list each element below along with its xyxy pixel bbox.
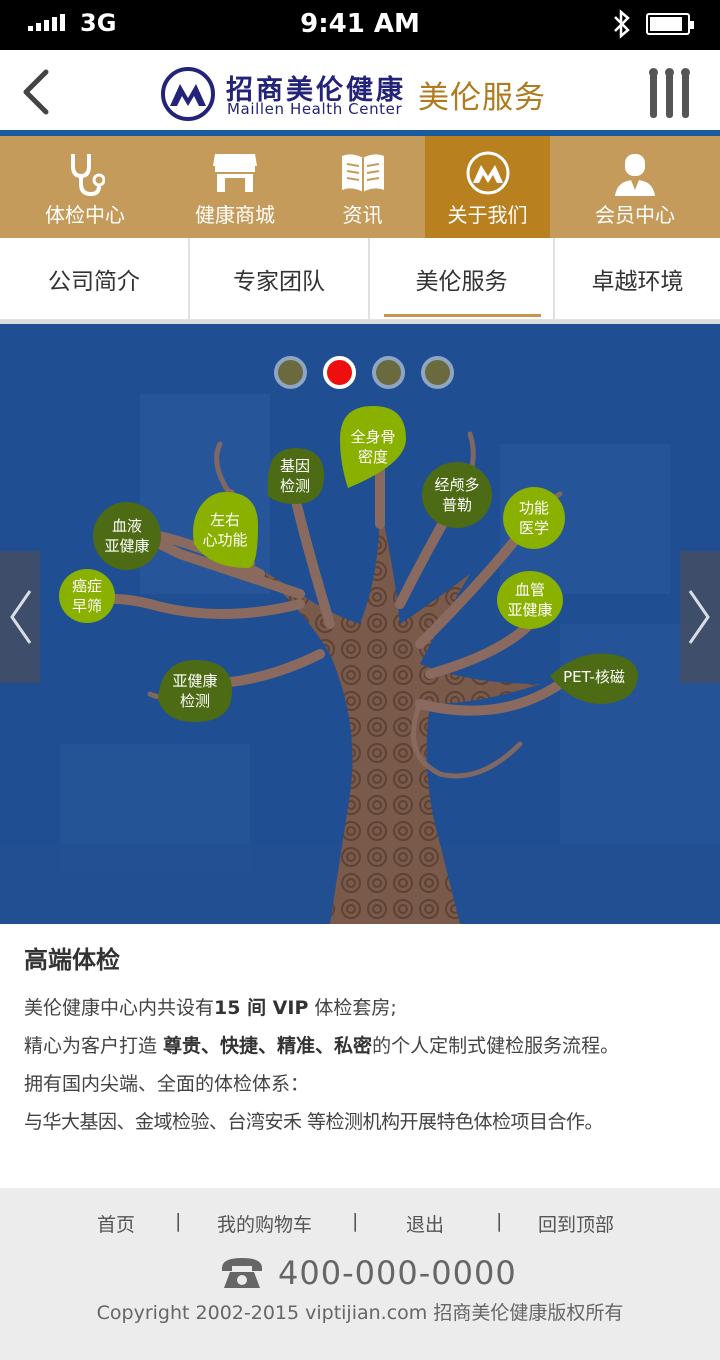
- brand-logo-icon: [466, 151, 509, 195]
- nav-item-checkup-center[interactable]: 体检中心: [0, 136, 170, 238]
- status-bar: 3G 9:41 AM: [0, 0, 720, 50]
- book-icon: [341, 154, 384, 192]
- menu-bar-icon: [649, 68, 658, 118]
- app-header: 招商美伦健康 Maillen Health Center 美伦服务: [0, 50, 720, 132]
- footer-link-cart[interactable]: 我的购物车: [217, 1210, 312, 1237]
- highlight-text: 15 间 VIP: [214, 997, 309, 1019]
- chevron-left-icon: [10, 590, 32, 644]
- separator: |: [352, 1210, 359, 1232]
- leaf-bone-density: 全身骨 密度: [338, 404, 408, 490]
- service-description: 高端体检 美伦健康中心内共设有15 间 VIP 体检套房; 精心为客户打造 尊贵…: [24, 940, 714, 1141]
- nav-label: 会员中心: [595, 203, 675, 227]
- tab-label: 专家团队: [233, 269, 325, 295]
- text: 美伦健康中心内共设有: [24, 997, 215, 1019]
- tab-label: 公司简介: [48, 269, 140, 295]
- brand-logo-icon: [161, 67, 215, 121]
- menu-button[interactable]: [649, 68, 690, 118]
- description-line: 美伦健康中心内共设有15 间 VIP 体检套房;: [24, 989, 714, 1027]
- footer-link-logout[interactable]: 退出: [406, 1210, 444, 1237]
- description-line: 精心为客户打造 尊贵、快捷、精准、私密的个人定制式健检服务流程。: [24, 1027, 714, 1065]
- leaf-label: 癌症 早筛: [71, 577, 102, 615]
- footer: 首页 | 我的购物车 | 退出 | 回到顶部 400-000-0000 Copy…: [0, 1188, 720, 1360]
- shop-icon: [213, 154, 257, 192]
- leaf-blood-subhealth: 血液 亚健康: [92, 500, 162, 572]
- carousel-dot[interactable]: [274, 356, 307, 389]
- description-line: 拥有国内尖端、全面的体检体系：: [24, 1073, 310, 1095]
- phone-number: 400-000-0000: [278, 1254, 517, 1292]
- nav-label: 健康商城: [195, 203, 275, 227]
- back-button[interactable]: [18, 68, 54, 116]
- leaf-label: 左右 心功能: [202, 511, 248, 549]
- footer-link-back-to-top[interactable]: 回到顶部: [538, 1210, 614, 1237]
- carousel-dot-active[interactable]: [323, 356, 356, 389]
- tab-expert-team[interactable]: 专家团队: [190, 238, 370, 320]
- separator: |: [496, 1210, 503, 1232]
- section-title: 高端体检: [24, 946, 120, 974]
- nav-item-member-center[interactable]: 会员中心: [550, 136, 720, 238]
- carousel-next-button[interactable]: [680, 551, 720, 683]
- tab-meilun-service[interactable]: 美伦服务: [370, 238, 555, 320]
- carousel-indicators: [274, 356, 454, 389]
- leaf-label: 功能 医学: [518, 499, 549, 537]
- tab-label: 美伦服务: [415, 269, 508, 295]
- highlight-text: 尊贵、快捷、精准、私密: [163, 1035, 373, 1057]
- leaf-gene-test: 基因 检测: [264, 446, 326, 506]
- text: 体检套房;: [308, 997, 397, 1019]
- nav-label: 关于我们: [447, 203, 528, 227]
- leaf-cardiac-function: 左右 心功能: [190, 490, 260, 570]
- leaf-label: 血液 亚健康: [104, 517, 150, 555]
- separator: |: [175, 1210, 182, 1232]
- banner-carousel[interactable]: 全身骨 密度 基因 检测 经颅多 普勒 左右 心功能 血液 亚健康 功能 医学 …: [0, 324, 720, 924]
- leaf-label: 血管 亚健康: [507, 581, 553, 619]
- page-title: 美伦服务: [418, 80, 546, 116]
- carousel-prev-button[interactable]: [0, 551, 40, 683]
- phone-contact[interactable]: 400-000-0000: [220, 1254, 517, 1292]
- nav-item-news[interactable]: 资讯: [300, 136, 425, 238]
- leaf-pet-mri: PET-核磁: [548, 646, 640, 708]
- leaf-subhealth-test: 亚健康 检测: [156, 658, 234, 724]
- leaf-tcd: 经颅多 普勒: [420, 460, 494, 530]
- leaf-label: 亚健康 检测: [172, 672, 218, 710]
- tab-environment[interactable]: 卓越环境: [555, 238, 720, 320]
- footer-links: 首页 | 我的购物车 | 退出 | 回到顶部: [0, 1210, 720, 1240]
- description-line: 与华大基因、金域检验、台湾安禾 等检测机构开展特色体检项目合作。: [24, 1111, 604, 1133]
- nav-label: 资讯: [342, 203, 383, 227]
- leaf-label: 全身骨 密度: [350, 428, 396, 466]
- brand-name-en: Maillen Health Center: [227, 100, 403, 118]
- sub-tabs: 公司简介 专家团队 美伦服务 卓越环境: [0, 238, 720, 320]
- text: 精心为客户打造: [24, 1035, 164, 1057]
- carousel-dot[interactable]: [421, 356, 454, 389]
- text: 的个人定制式健检服务流程。: [372, 1035, 620, 1057]
- copyright: Copyright 2002-2015 viptijian.com 招商美伦健康…: [96, 1302, 624, 1324]
- battery-icon: [646, 13, 694, 35]
- active-tab-indicator: [384, 314, 541, 317]
- menu-bar-icon: [681, 68, 690, 118]
- tab-company-profile[interactable]: 公司简介: [0, 238, 190, 320]
- nav-item-about-us[interactable]: 关于我们: [425, 136, 550, 238]
- nav-item-health-mall[interactable]: 健康商城: [170, 136, 300, 238]
- footer-link-home[interactable]: 首页: [97, 1210, 135, 1237]
- bluetooth-icon: [614, 9, 630, 39]
- carousel-dot[interactable]: [372, 356, 405, 389]
- telephone-icon: [222, 1258, 262, 1288]
- leaf-label: 基因 检测: [279, 457, 310, 495]
- leaf-label: 经颅多 普勒: [434, 476, 480, 514]
- leaf-functional-medicine: 功能 医学: [502, 486, 566, 550]
- user-icon: [615, 154, 655, 196]
- chevron-right-icon: [688, 590, 710, 644]
- leaf-label: PET-核磁: [563, 668, 625, 686]
- nav-label: 体检中心: [45, 203, 125, 227]
- leaf-vascular-subhealth: 血管 亚健康: [496, 570, 564, 630]
- tab-label: 卓越环境: [591, 269, 684, 295]
- main-nav: 体检中心 健康商城 资讯 关于我们 会员中心: [0, 136, 720, 238]
- stethoscope-icon: [71, 154, 105, 197]
- leaf-cancer-screening: 癌症 早筛: [58, 568, 116, 624]
- menu-bar-icon: [665, 68, 674, 118]
